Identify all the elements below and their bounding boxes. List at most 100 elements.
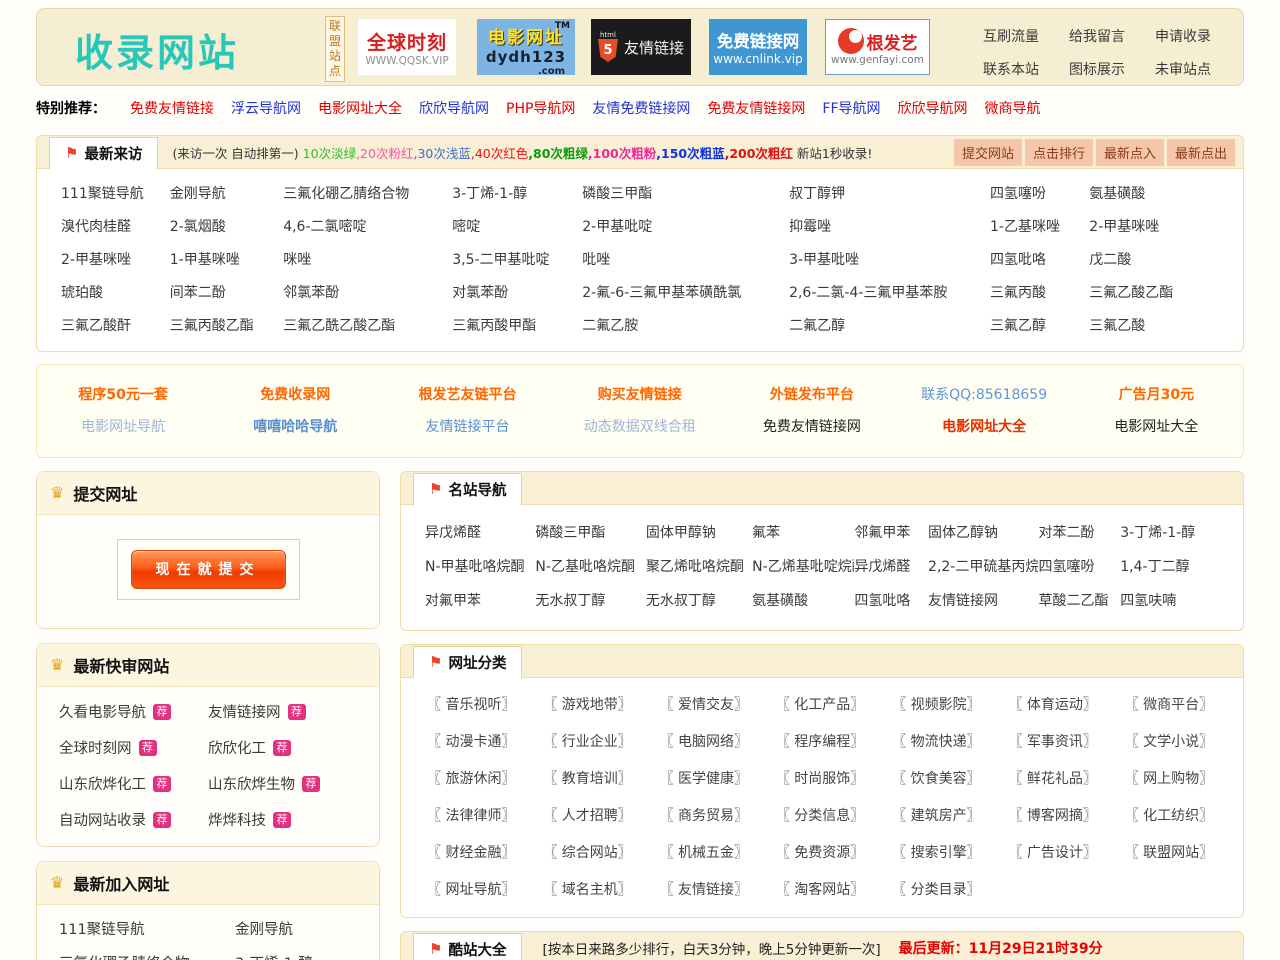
- famous-link[interactable]: N-乙基吡咯烷酮: [535, 559, 635, 575]
- category-link[interactable]: 〖 饮食美容〗: [880, 768, 996, 788]
- visitor-link[interactable]: 三氟乙酸酐: [61, 318, 131, 334]
- category-link[interactable]: 〖 医学健康〗: [648, 768, 764, 788]
- category-link[interactable]: 〖 免费资源〗: [764, 842, 880, 862]
- visitor-link[interactable]: 叔丁醇钾: [789, 186, 845, 202]
- famous-link[interactable]: 无水叔丁醇: [535, 593, 605, 609]
- category-link[interactable]: 〖 综合网站〗: [531, 842, 647, 862]
- ad-link[interactable]: 友情链接平台: [426, 419, 510, 435]
- category-link[interactable]: 〖 音乐视听〗: [415, 694, 531, 714]
- category-link[interactable]: 〖 电脑网络〗: [648, 731, 764, 751]
- category-link[interactable]: 〖 广告设计〗: [996, 842, 1112, 862]
- famous-link[interactable]: 3-丁烯-1-醇: [1120, 525, 1195, 541]
- ad-link[interactable]: 电影网址导航: [81, 419, 165, 435]
- category-link[interactable]: 〖 化工产品〗: [764, 694, 880, 714]
- visitor-link[interactable]: 3-丁烯-1-醇: [452, 186, 527, 202]
- visitor-link[interactable]: 2-甲基咪唑: [61, 252, 131, 268]
- newsite-link[interactable]: 111聚链导航: [59, 918, 235, 939]
- famous-link[interactable]: 固体乙醇钠: [928, 525, 998, 541]
- recommend-link[interactable]: 免费友情链接网: [707, 98, 805, 118]
- category-link[interactable]: 〖 教育培训〗: [531, 768, 647, 788]
- visitor-link[interactable]: 二氟乙醇: [789, 318, 845, 334]
- fastreview-link[interactable]: 欣欣化工: [208, 737, 266, 758]
- famous-link[interactable]: 1,4-丁二醇: [1120, 559, 1189, 575]
- category-link[interactable]: 〖 网址导航〗: [415, 879, 531, 899]
- visitor-link[interactable]: 邻氯苯酚: [283, 285, 339, 301]
- category-link[interactable]: 〖 程序编程〗: [764, 731, 880, 751]
- famous-link[interactable]: 对苯二酚: [1038, 525, 1094, 541]
- fastreview-link[interactable]: 山东欣烨化工: [59, 773, 146, 794]
- category-link[interactable]: 〖 商务贸易〗: [648, 805, 764, 825]
- newsite-link[interactable]: 3-丁烯-1-醇: [235, 952, 357, 960]
- visitor-link[interactable]: 三氟丙酸乙酯: [170, 318, 254, 334]
- nav-link[interactable]: 互刷流量: [983, 26, 1039, 46]
- ad-link[interactable]: 免费收录网: [260, 387, 330, 403]
- visitor-link[interactable]: 111聚链导航: [61, 186, 144, 202]
- category-link[interactable]: 〖 动漫卡通〗: [415, 731, 531, 751]
- recommend-link[interactable]: FF导航网: [822, 98, 880, 118]
- visitor-link[interactable]: 金刚导航: [170, 186, 226, 202]
- ad-link[interactable]: 程序50元一套: [78, 387, 167, 403]
- visitor-link[interactable]: 二氟乙胺: [582, 318, 638, 334]
- category-link[interactable]: 〖 淘客网站〗: [764, 879, 880, 899]
- visitor-link[interactable]: 三氟乙酸乙酯: [1089, 285, 1173, 301]
- tab-latest-visitors[interactable]: ⚑ 最新来访: [49, 137, 158, 170]
- famous-link[interactable]: 聚乙烯吡咯烷酮: [646, 559, 744, 575]
- category-link[interactable]: 〖 财经金融〗: [415, 842, 531, 862]
- visitor-link[interactable]: 三氟化硼乙腈络合物: [283, 186, 409, 202]
- category-link[interactable]: 〖 微商平台〗: [1113, 694, 1229, 714]
- famous-link[interactable]: 四氢吡咯: [854, 593, 910, 609]
- famous-link[interactable]: 氟苯: [752, 525, 780, 541]
- recommend-link[interactable]: PHP导航网: [506, 98, 575, 118]
- visitor-link[interactable]: 2,6-二氯-4-三氟甲基苯胺: [789, 285, 947, 301]
- famous-link[interactable]: 磷酸三甲酯: [535, 525, 605, 541]
- category-link[interactable]: 〖 旅游休闲〗: [415, 768, 531, 788]
- ad-link[interactable]: 购买友情链接: [598, 387, 682, 403]
- nav-link[interactable]: 未审站点: [1155, 59, 1211, 79]
- famous-link[interactable]: 四氢噻吩: [1038, 559, 1094, 575]
- recommend-link[interactable]: 微商导航: [985, 98, 1041, 118]
- visitor-link[interactable]: 三氟乙醇: [990, 318, 1046, 334]
- category-link[interactable]: 〖 视频影院〗: [880, 694, 996, 714]
- visitor-link[interactable]: 戊二酸: [1089, 252, 1131, 268]
- category-link[interactable]: 〖 分类信息〗: [764, 805, 880, 825]
- category-link[interactable]: 〖 文学小说〗: [1113, 731, 1229, 751]
- famous-link[interactable]: 异戊烯醛: [425, 525, 481, 541]
- visitor-link[interactable]: 4,6-二氯嘧啶: [283, 219, 366, 235]
- site-logo[interactable]: 收录网站: [75, 22, 239, 77]
- ad-link[interactable]: 外链发布平台: [770, 387, 854, 403]
- banner-dydh123[interactable]: TM 电影网址 dydh123 .com: [477, 19, 575, 75]
- banner-friend-links[interactable]: html 5 友情链接: [591, 19, 691, 75]
- visitor-link[interactable]: 1-乙基咪唑: [990, 219, 1060, 235]
- visitor-link[interactable]: 三氟丙酸甲酯: [452, 318, 536, 334]
- ad-link[interactable]: 嘻嘻哈哈导航: [253, 419, 337, 435]
- category-link[interactable]: 〖 人才招聘〗: [531, 805, 647, 825]
- visitor-link[interactable]: 三氟乙酰乙酸乙酯: [283, 318, 395, 334]
- fastreview-link[interactable]: 久看电影导航: [59, 701, 146, 722]
- visitor-link[interactable]: 1-甲基咪唑: [170, 252, 240, 268]
- visitor-link[interactable]: 2-甲基吡啶: [582, 219, 652, 235]
- visitor-tab-button[interactable]: 最新点入: [1096, 139, 1164, 166]
- category-link[interactable]: 〖 博客网摘〗: [996, 805, 1112, 825]
- category-link[interactable]: 〖 爱情交友〗: [648, 694, 764, 714]
- fastreview-link[interactable]: 烨烨科技: [208, 809, 266, 830]
- recommend-link[interactable]: 欣欣导航网: [419, 98, 489, 118]
- category-link[interactable]: 〖 友情链接〗: [648, 879, 764, 899]
- nav-link[interactable]: 图标展示: [1069, 59, 1125, 79]
- visitor-tab-button[interactable]: 最新点出: [1167, 139, 1235, 166]
- famous-link[interactable]: 无水叔丁醇: [646, 593, 716, 609]
- ad-link[interactable]: 电影网址大全: [942, 419, 1026, 435]
- category-link[interactable]: 〖 游戏地带〗: [531, 694, 647, 714]
- category-link[interactable]: 〖 军事资讯〗: [996, 731, 1112, 751]
- visitor-link[interactable]: 咪唑: [283, 252, 311, 268]
- category-link[interactable]: 〖 鲜花礼品〗: [996, 768, 1112, 788]
- famous-link[interactable]: N-甲基吡咯烷酮: [425, 559, 525, 575]
- tab-categories[interactable]: ⚑ 网址分类: [413, 646, 522, 679]
- category-link[interactable]: 〖 建筑房产〗: [880, 805, 996, 825]
- category-link[interactable]: 〖 搜索引擎〗: [880, 842, 996, 862]
- famous-link[interactable]: 草酸二乙酯: [1038, 593, 1108, 609]
- category-link[interactable]: 〖 行业企业〗: [531, 731, 647, 751]
- banner-genfayi[interactable]: 根发艺 www.genfayi.com: [825, 19, 930, 75]
- visitor-link[interactable]: 2-甲基咪唑: [1089, 219, 1159, 235]
- newsite-link[interactable]: 三氟化硼乙腈络合物: [59, 952, 235, 960]
- visitor-link[interactable]: 2-氯烟酸: [170, 219, 226, 235]
